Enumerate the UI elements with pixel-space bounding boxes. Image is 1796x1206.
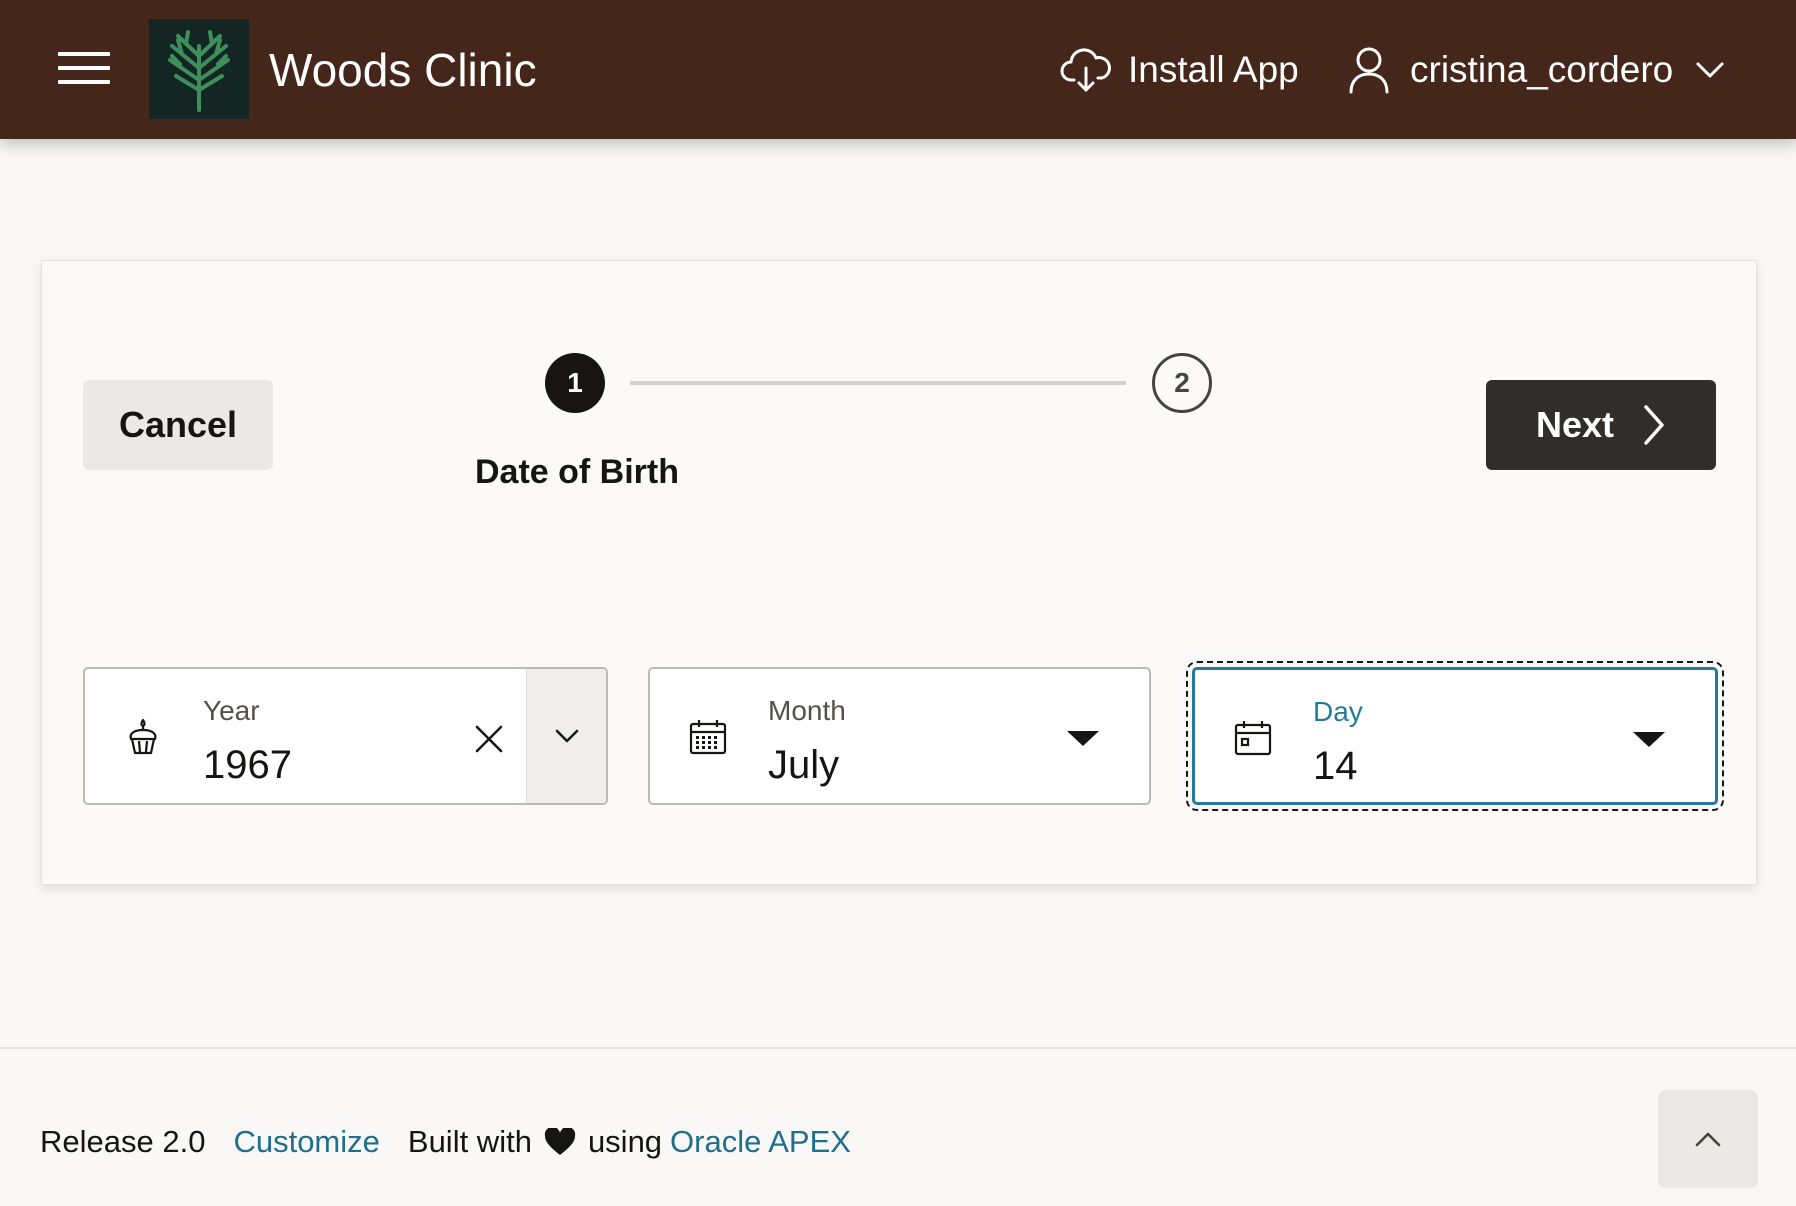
customize-link[interactable]: Customize	[233, 1124, 379, 1160]
month-select[interactable]: Month July	[648, 667, 1151, 805]
user-icon	[1349, 47, 1389, 94]
built-with-label: Built with	[407, 1124, 532, 1159]
calendar-grid-icon	[689, 720, 727, 755]
tree-logo-icon[interactable]	[149, 19, 249, 119]
day-select[interactable]: Day 14	[1186, 661, 1724, 811]
step-1-label: Date of Birth	[475, 453, 679, 491]
cupcake-icon	[129, 718, 157, 755]
footer: Release 2.0 Customize Built with using O…	[40, 1120, 851, 1164]
using-label: using	[587, 1124, 663, 1159]
month-label: Month	[768, 695, 846, 726]
cancel-button[interactable]: Cancel	[83, 380, 273, 470]
footer-divider	[0, 1047, 1796, 1049]
menu-icon[interactable]	[58, 52, 110, 86]
month-value[interactable]: July	[768, 743, 839, 788]
next-button-label: Next	[1535, 404, 1615, 445]
year-label: Year	[203, 695, 260, 726]
next-button[interactable]: Next	[1486, 380, 1716, 470]
cloud-download-icon	[1060, 48, 1111, 92]
caret-down-icon[interactable]	[1067, 731, 1099, 746]
year-value[interactable]: 1967	[203, 743, 292, 788]
chevron-right-icon	[1644, 405, 1664, 445]
calendar-day-icon	[1234, 721, 1272, 756]
chevron-down-icon	[1696, 62, 1724, 78]
year-combobox[interactable]: Year 1967	[83, 667, 608, 805]
username-label: cristina_cordero	[1410, 49, 1674, 90]
install-app-button[interactable]: Install App	[1060, 44, 1299, 96]
chevron-down-icon	[555, 729, 578, 743]
caret-down-icon[interactable]	[1633, 732, 1665, 747]
wizard-card: Cancel 1 2 Date of Birth Next Year 1967	[41, 260, 1757, 885]
step-connector	[630, 381, 1126, 385]
day-value[interactable]: 14	[1313, 744, 1358, 789]
heart-icon	[544, 1128, 576, 1156]
app-header: Woods Clinic Install App cristina_corder…	[0, 0, 1796, 139]
release-label: Release 2.0	[40, 1124, 206, 1159]
year-dropdown-button[interactable]	[526, 669, 606, 803]
install-app-label: Install App	[1128, 49, 1299, 90]
app-title[interactable]: Woods Clinic	[269, 40, 537, 100]
step-2-indicator: 2	[1152, 353, 1212, 413]
day-label: Day	[1313, 696, 1363, 727]
scroll-to-top-button[interactable]	[1658, 1090, 1758, 1188]
chevron-up-icon	[1695, 1132, 1721, 1147]
oracle-apex-link[interactable]: Oracle APEX	[670, 1124, 851, 1160]
clear-icon[interactable]	[469, 719, 509, 759]
user-menu[interactable]: cristina_cordero	[1348, 44, 1725, 96]
step-1-indicator: 1	[545, 353, 605, 413]
